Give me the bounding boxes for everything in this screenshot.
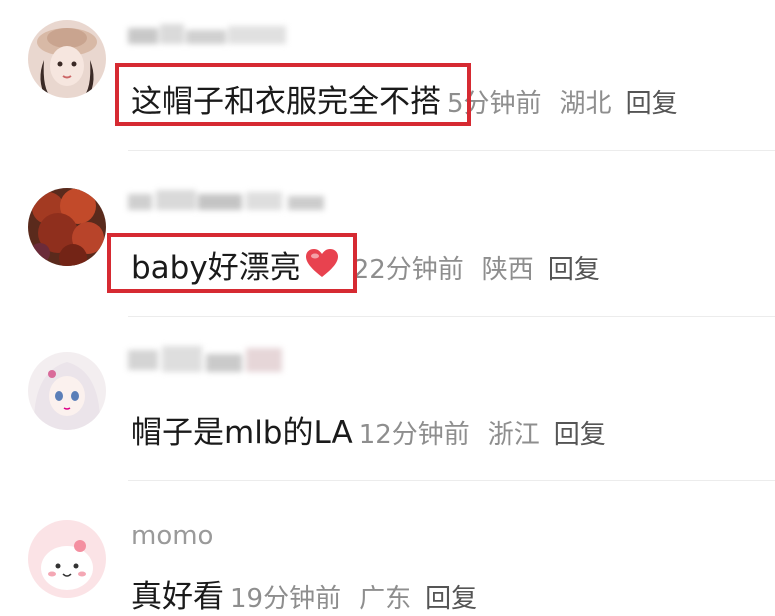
comment-location: 陕西 — [481, 255, 534, 285]
blurred-name-block — [128, 346, 282, 372]
cute-character-avatar-icon — [28, 520, 106, 598]
comment-time: 12分钟前 — [358, 420, 470, 450]
reply-button[interactable]: 回复 — [548, 249, 600, 286]
user-avatar[interactable] — [28, 20, 106, 98]
comment-text: 帽子是mlb的LA — [131, 415, 353, 451]
username[interactable]: momo — [131, 521, 213, 551]
divider — [128, 316, 775, 317]
username-blurred — [128, 20, 288, 50]
user-avatar[interactable] — [28, 352, 106, 430]
reply-button[interactable]: 回复 — [554, 414, 606, 451]
comment-text: 真好看 — [131, 579, 224, 615]
girl-hat-avatar-icon — [28, 20, 106, 98]
blurred-name-block — [128, 190, 324, 210]
divider — [128, 150, 775, 151]
divider — [128, 480, 775, 481]
blurred-name-block — [128, 24, 286, 44]
anime-girl-avatar-icon — [28, 352, 106, 430]
comment-location: 湖北 — [559, 89, 612, 119]
username-blurred — [128, 340, 288, 372]
comment-time: 19分钟前 — [230, 584, 342, 614]
comment-location: 广东 — [359, 584, 412, 614]
comment-location: 浙江 — [487, 420, 540, 450]
highlight-box — [107, 233, 357, 293]
autumn-tree-avatar-icon — [28, 188, 106, 266]
comment-time: 22分钟前 — [352, 255, 464, 285]
username-blurred — [128, 186, 328, 216]
reply-button[interactable]: 回复 — [626, 83, 678, 120]
comment-line: 帽子是mlb的LA 12分钟前 浙江 回复 — [131, 407, 606, 452]
user-avatar[interactable] — [28, 520, 106, 598]
user-avatar[interactable] — [28, 188, 106, 266]
comment-line: 真好看 19分钟前 广东 回复 — [131, 571, 477, 616]
reply-button[interactable]: 回复 — [425, 578, 477, 615]
highlight-box — [115, 63, 471, 126]
